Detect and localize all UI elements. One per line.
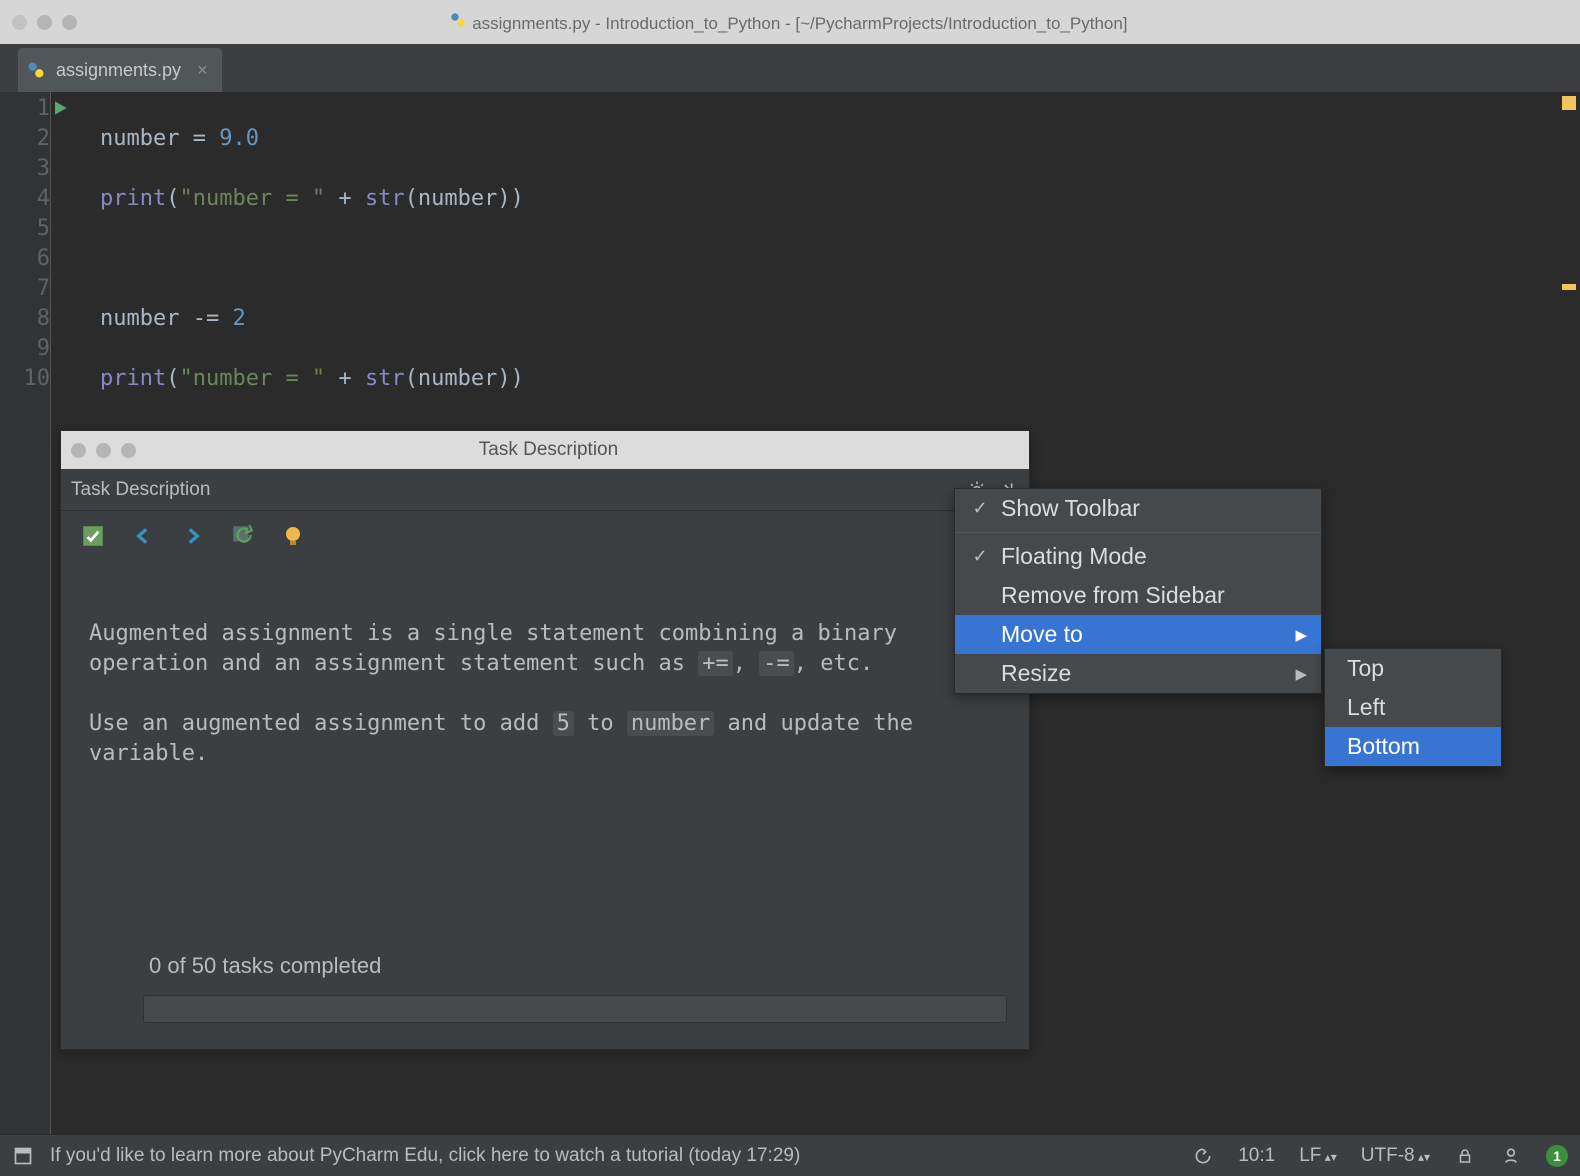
- line-number: 8: [0, 304, 50, 334]
- check-icon: ✓: [969, 498, 991, 519]
- status-bar: If you'd like to learn more about PyChar…: [0, 1134, 1580, 1176]
- close-tab-icon[interactable]: ×: [197, 60, 208, 81]
- reset-task-icon[interactable]: [229, 522, 257, 550]
- line-number: 10: [0, 364, 50, 394]
- submenu-left[interactable]: Left: [1325, 688, 1501, 727]
- line-ending[interactable]: LF ▴▾: [1299, 1145, 1337, 1167]
- settings-context-menu: ✓ Show Toolbar ✓ Floating Mode Remove fr…: [954, 488, 1322, 694]
- move-to-submenu: Top Left Bottom: [1324, 648, 1502, 767]
- task-paragraph: Use an augmented assignment to add 5 to …: [89, 709, 1001, 769]
- next-task-icon[interactable]: [179, 522, 207, 550]
- lock-icon[interactable]: [1454, 1145, 1476, 1167]
- cursor-position[interactable]: 10:1: [1238, 1145, 1275, 1167]
- line-number: 6: [0, 244, 50, 274]
- check-icon: ✓: [969, 546, 991, 567]
- progress-label: 0 of 50 tasks completed: [149, 953, 381, 979]
- task-content: Augmented assignment is a single stateme…: [61, 561, 1029, 769]
- submenu-bottom[interactable]: Bottom: [1325, 727, 1501, 766]
- window-title: assignments.py - Introduction_to_Python …: [9, 11, 1568, 34]
- check-task-icon[interactable]: [79, 522, 107, 550]
- menu-separator: [955, 532, 1321, 533]
- line-number: 3: [0, 154, 50, 184]
- warning-indicator[interactable]: [1562, 96, 1576, 110]
- menu-move-to[interactable]: Move to ▶: [955, 615, 1321, 654]
- tab-assignments-py[interactable]: assignments.py ×: [18, 48, 222, 92]
- window-title-text: assignments.py - Introduction_to_Python …: [472, 14, 1127, 33]
- status-message[interactable]: If you'd like to learn more about PyChar…: [50, 1145, 1176, 1167]
- hint-icon[interactable]: [279, 522, 307, 550]
- python-file-icon: [449, 11, 467, 29]
- menu-floating-mode[interactable]: ✓ Floating Mode: [955, 537, 1321, 576]
- line-number: 5: [0, 214, 50, 244]
- sync-icon[interactable]: [1192, 1145, 1214, 1167]
- submenu-arrow-icon: ▶: [1295, 665, 1307, 683]
- event-badge[interactable]: 1: [1546, 1145, 1568, 1167]
- warning-mark[interactable]: [1562, 284, 1576, 290]
- tool-window-icon[interactable]: [12, 1145, 34, 1167]
- status-right-group: 10:1 LF ▴▾ UTF-8 ▴▾ 1: [1192, 1145, 1568, 1167]
- progress-bar: [143, 995, 1007, 1023]
- panel-toolbar: [61, 511, 1029, 561]
- tab-label: assignments.py: [56, 60, 181, 81]
- menu-show-toolbar[interactable]: ✓ Show Toolbar: [955, 489, 1321, 528]
- editor-tabs: assignments.py ×: [0, 44, 1580, 92]
- line-number: 2: [0, 124, 50, 154]
- gutter: 1 2 3 4 5 6 7 8 9 10: [0, 92, 50, 1134]
- line-number: 1: [0, 94, 50, 124]
- menu-resize[interactable]: Resize ▶: [955, 654, 1321, 693]
- task-paragraph: Augmented assignment is a single stateme…: [89, 619, 1001, 679]
- menu-remove-sidebar[interactable]: Remove from Sidebar: [955, 576, 1321, 615]
- run-gutter-icon[interactable]: [50, 98, 70, 123]
- file-encoding[interactable]: UTF-8 ▴▾: [1361, 1145, 1430, 1167]
- submenu-arrow-icon: ▶: [1295, 626, 1307, 644]
- previous-task-icon[interactable]: [129, 522, 157, 550]
- line-number: 9: [0, 334, 50, 364]
- python-file-icon: [26, 60, 46, 80]
- submenu-top[interactable]: Top: [1325, 649, 1501, 688]
- panel-window-title: Task Description: [78, 439, 1019, 461]
- panel-header-title: Task Description: [71, 479, 210, 501]
- panel-header: Task Description: [61, 469, 1029, 511]
- task-description-panel: Task Description Task Description Augmen…: [60, 430, 1030, 1050]
- line-number: 4: [0, 184, 50, 214]
- panel-titlebar[interactable]: Task Description: [61, 431, 1029, 469]
- window-titlebar: assignments.py - Introduction_to_Python …: [0, 0, 1580, 44]
- line-number: 7: [0, 274, 50, 304]
- inspector-icon[interactable]: [1500, 1145, 1522, 1167]
